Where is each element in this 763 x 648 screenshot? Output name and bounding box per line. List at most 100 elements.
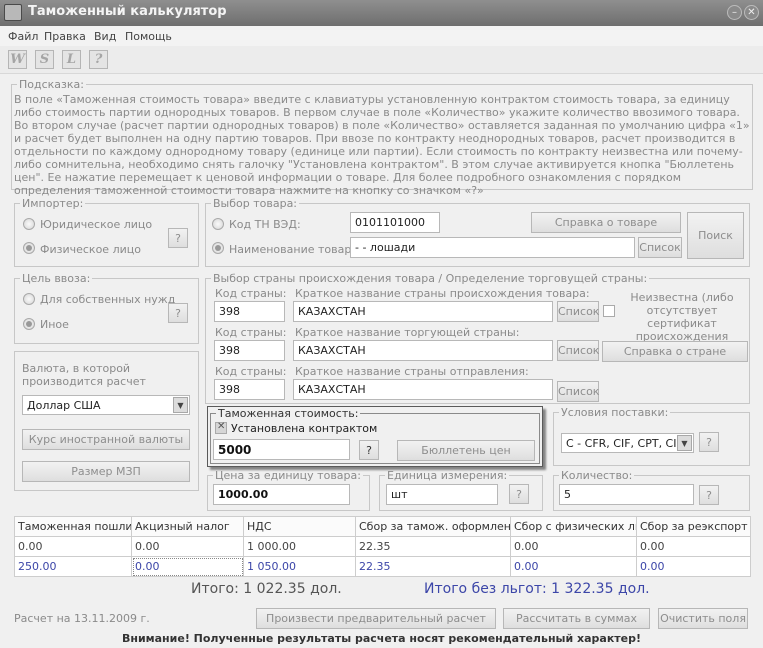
- exchange-rate-button[interactable]: Курс иностранной валюты: [22, 429, 190, 450]
- contract-checkbox[interactable]: [215, 421, 227, 434]
- header-clearance-fee: Сбор за тамож. оформление: [355, 516, 511, 537]
- title-bar: Таможенный калькулятор – ✕: [0, 0, 763, 26]
- table-cell[interactable]: 0.00: [131, 536, 244, 557]
- hint-legend: Подсказка:: [19, 78, 84, 91]
- importer-legal-radio[interactable]: [23, 218, 35, 230]
- trading-country-list-button[interactable]: Список: [557, 340, 599, 361]
- unit-help-button[interactable]: ?: [509, 484, 529, 504]
- unit-price-input[interactable]: 1000.00: [213, 484, 350, 505]
- window-title: Таможенный калькулятор: [28, 4, 227, 19]
- delivery-value: C - CFR, CIF, CPT, CIP: [566, 437, 684, 450]
- importer-help-button[interactable]: ?: [168, 228, 188, 248]
- currency-label: Валюта, в которой производится расчет: [22, 362, 146, 388]
- origin-country-label: Краткое название страны происхождения то…: [295, 287, 590, 300]
- product-name-radio[interactable]: [212, 242, 224, 254]
- total-without-benefits: Итого без льгот: 1 322.35 дол.: [424, 581, 650, 597]
- menu-help[interactable]: Помощь: [125, 30, 172, 43]
- customs-value-input[interactable]: 5000: [213, 439, 350, 460]
- unknown-country-checkbox[interactable]: [603, 305, 615, 317]
- product-info-button[interactable]: Справка о товаре: [531, 212, 681, 233]
- country-code-label-2: Код страны:: [215, 326, 287, 339]
- quantity-legend: Количество:: [561, 469, 633, 482]
- product-legend: Выбор товара:: [213, 197, 298, 210]
- product-code-input[interactable]: 0101101000: [350, 212, 440, 233]
- s-tool-icon[interactable]: S: [35, 50, 54, 69]
- table-cell[interactable]: 1 050.00: [243, 556, 356, 577]
- calc-in-sums-button[interactable]: Рассчитать в суммах: [503, 608, 650, 629]
- departure-country-label: Краткое название страны отправления:: [295, 365, 529, 378]
- unit-legend: Единица измерения:: [387, 469, 508, 482]
- unit-price-legend: Цена за единицу товара:: [215, 469, 361, 482]
- clear-fields-button[interactable]: Очистить поля: [658, 608, 748, 629]
- table-row: 0.00 0.00 1 000.00 22.35 0.00 0.00: [14, 536, 751, 557]
- table-row: 250.00 0.00 1 050.00 22.35 0.00 0.00: [14, 556, 751, 577]
- table-cell[interactable]: 0.00: [510, 536, 637, 557]
- table-cell[interactable]: 0.00: [14, 536, 132, 557]
- purpose-other-radio[interactable]: [23, 318, 35, 330]
- table-cell[interactable]: 1 000.00: [243, 536, 356, 557]
- trading-country-label: Краткое название торгующей страны:: [295, 326, 520, 339]
- importer-individual-radio[interactable]: [23, 242, 35, 254]
- departure-country-code-input[interactable]: 398: [214, 379, 285, 400]
- table-cell[interactable]: 250.00: [14, 556, 132, 577]
- product-name-label: Наименование товара:: [229, 243, 362, 256]
- importer-legend: Импортер:: [22, 197, 84, 210]
- departure-country-name-input[interactable]: КАЗАХСТАН: [293, 379, 553, 400]
- quantity-input[interactable]: 5: [559, 484, 694, 505]
- results-table: Таможенная пошлина Акцизный налог НДС Сб…: [14, 516, 751, 577]
- country-info-button[interactable]: Справка о стране: [602, 341, 748, 362]
- menu-view[interactable]: Вид: [94, 30, 116, 43]
- product-code-radio[interactable]: [212, 218, 224, 230]
- product-name-input[interactable]: - - лошади: [350, 237, 635, 258]
- product-code-label: Код ТН ВЭД:: [229, 218, 301, 231]
- table-cell[interactable]: 22.35: [355, 556, 511, 577]
- preliminary-calc-button[interactable]: Произвести предварительный расчет: [256, 608, 496, 629]
- country-code-label-3: Код страны:: [215, 365, 287, 378]
- results-header-row: Таможенная пошлина Акцизный налог НДС Сб…: [14, 516, 751, 537]
- chevron-down-icon: ▼: [677, 435, 692, 451]
- menu-edit[interactable]: Правка: [44, 30, 86, 43]
- toolbar: W S L ?: [0, 46, 763, 74]
- table-cell[interactable]: 0.00: [636, 556, 751, 577]
- delivery-help-button[interactable]: ?: [699, 432, 719, 452]
- app-icon: [4, 4, 22, 21]
- customs-help-button[interactable]: ?: [359, 440, 379, 460]
- currency-select[interactable]: Доллар США ▼: [22, 395, 190, 415]
- table-cell[interactable]: 0.00: [131, 556, 244, 577]
- l-tool-icon[interactable]: L: [62, 50, 81, 69]
- table-cell[interactable]: 0.00: [636, 536, 751, 557]
- purpose-own-needs-label: Для собственных нужд: [40, 293, 176, 306]
- header-vat: НДС: [243, 516, 356, 537]
- purpose-own-needs-radio[interactable]: [23, 293, 35, 305]
- trading-country-name-input[interactable]: КАЗАХСТАН: [293, 340, 553, 361]
- bulletin-button[interactable]: Бюллетень цен: [397, 440, 535, 461]
- departure-country-list-button[interactable]: Список: [557, 381, 599, 402]
- origin-country-code-input[interactable]: 398: [214, 301, 285, 322]
- w-tool-icon[interactable]: W: [8, 50, 27, 69]
- purpose-help-button[interactable]: ?: [168, 303, 188, 323]
- header-reexport-fee: Сбор за реэкспорт: [636, 516, 751, 537]
- quantity-help-button[interactable]: ?: [699, 485, 719, 505]
- close-icon[interactable]: ✕: [744, 5, 759, 20]
- calc-date: Расчет на 13.11.2009 г.: [14, 612, 150, 625]
- origin-country-list-button[interactable]: Список: [557, 301, 599, 322]
- product-list-button[interactable]: Список: [638, 237, 682, 258]
- hint-text: В поле «Таможенная стоимость товара» вве…: [14, 93, 750, 197]
- warning-text: Внимание! Полученные результаты расчета …: [121, 632, 642, 645]
- delivery-legend: Условия поставки:: [561, 406, 669, 419]
- contract-label: Установлена контрактом: [231, 422, 378, 435]
- delivery-select[interactable]: C - CFR, CIF, CPT, CIP ▼: [561, 433, 694, 453]
- unit-input[interactable]: шт: [386, 484, 498, 505]
- minimize-icon[interactable]: –: [727, 5, 742, 20]
- table-cell[interactable]: 22.35: [355, 536, 511, 557]
- currency-value: Доллар США: [27, 399, 101, 412]
- menu-file[interactable]: Файл: [8, 30, 38, 43]
- table-cell[interactable]: 0.00: [510, 556, 637, 577]
- purpose-legend: Цель ввоза:: [22, 272, 91, 285]
- trading-country-code-input[interactable]: 398: [214, 340, 285, 361]
- help-tool-icon[interactable]: ?: [89, 50, 108, 69]
- purpose-other-label: Иное: [40, 318, 69, 331]
- search-button[interactable]: Поиск: [687, 212, 744, 259]
- origin-country-name-input[interactable]: КАЗАХСТАН: [293, 301, 553, 322]
- mzp-button[interactable]: Размер МЗП: [22, 461, 190, 482]
